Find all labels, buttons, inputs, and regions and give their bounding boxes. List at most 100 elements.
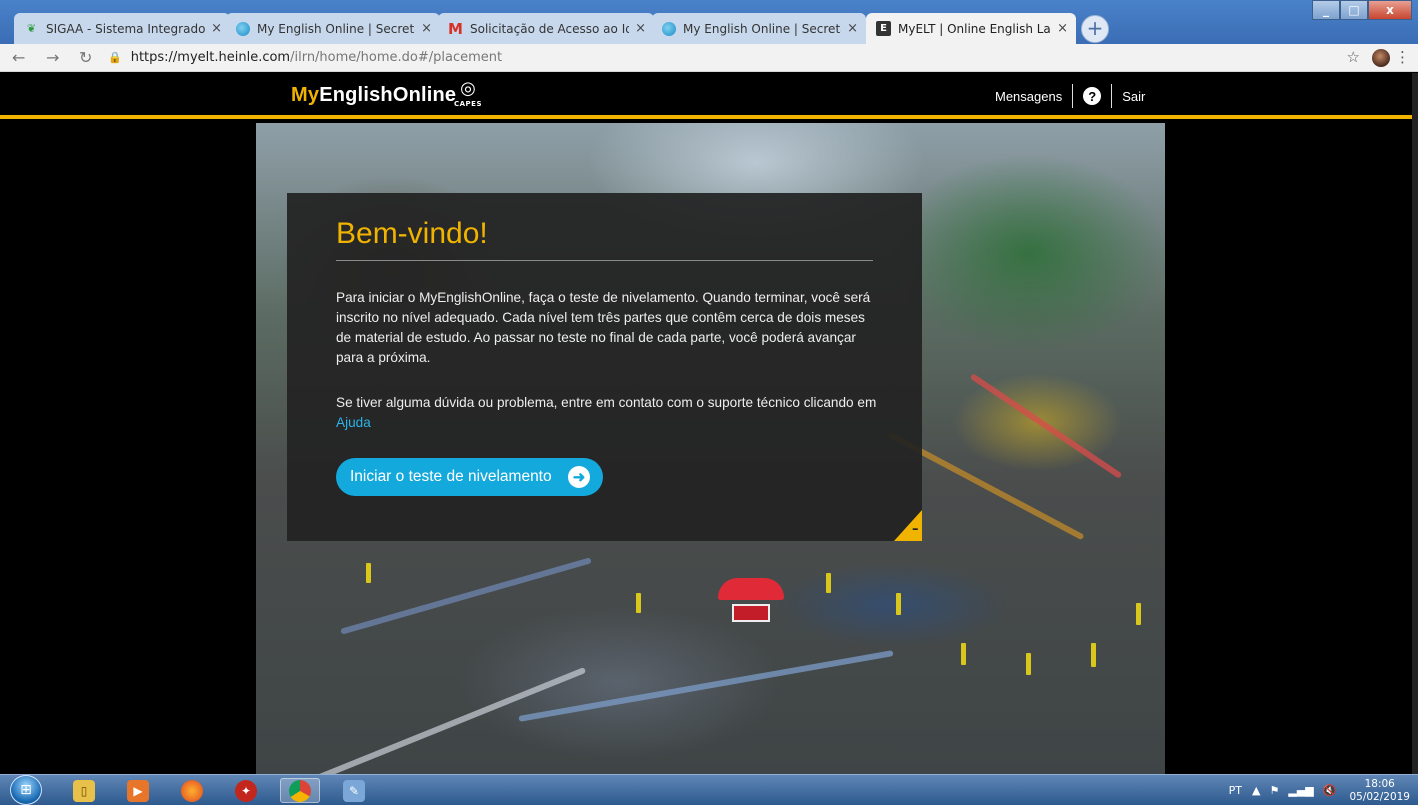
minimize-button[interactable]: _: [1312, 0, 1340, 20]
taskbar-media[interactable]: ▶: [118, 778, 158, 803]
help-link[interactable]: Ajuda: [336, 415, 371, 430]
clock[interactable]: 18:06 05/02/2019: [1349, 778, 1410, 804]
support-text-body: Se tiver alguma dúvida ou problema, entr…: [336, 395, 877, 410]
reload-icon[interactable]: ↻: [79, 48, 92, 67]
start-placement-test-button[interactable]: Iniciar o teste de nivelamento ➜: [336, 458, 603, 496]
maximize-button[interactable]: □: [1340, 0, 1368, 20]
logout-link[interactable]: Sair: [1122, 89, 1145, 104]
motion-blur-streak: [340, 557, 592, 635]
close-icon[interactable]: ×: [847, 21, 858, 36]
tab-title: MyELT | Online English Language: [898, 21, 1051, 36]
browser-toolbar: ← → ↻ 🔒 https://myelt.heinle.com/ilrn/ho…: [0, 44, 1418, 72]
bollard: [1026, 653, 1031, 675]
motion-blur-streak: [305, 667, 587, 774]
address-bar[interactable]: 🔒 https://myelt.heinle.com/ilrn/home/hom…: [108, 47, 1328, 68]
page-scrollbar[interactable]: [1412, 73, 1418, 774]
new-tab-button[interactable]: +: [1081, 15, 1109, 43]
tab-my-english-online-2[interactable]: My English Online | Secretaria Vi ×: [652, 13, 866, 44]
app-icon: ✦: [235, 779, 257, 802]
browser-tab-strip: ❦ SIGAA - Sistema Integrado de Ge × My E…: [0, 0, 1418, 44]
close-icon[interactable]: ×: [211, 21, 222, 36]
tab-title: Solicitação de Acesso ao Idiomas: [470, 21, 630, 36]
system-tray: PT ▲ ⚑ ▂▄▆ 🔇 18:06 05/02/2019: [1229, 777, 1410, 804]
windows-start-icon[interactable]: ⊞: [10, 775, 42, 805]
tab-myelt[interactable]: E MyELT | Online English Language ×: [866, 13, 1076, 44]
start-button-label: Iniciar o teste de nivelamento: [350, 468, 552, 485]
tab-sigaa[interactable]: ❦ SIGAA - Sistema Integrado de Ge ×: [14, 13, 230, 44]
firefox-icon: [181, 779, 203, 802]
welcome-panel: Bem-vindo! Para iniciar o MyEnglishOnlin…: [287, 193, 922, 541]
show-hidden-icons-icon[interactable]: ▲: [1252, 784, 1260, 797]
logo-my: My: [291, 84, 320, 106]
motion-blur-streak: [969, 373, 1123, 479]
media-player-icon: ▶: [127, 779, 149, 802]
taskbar-paint[interactable]: ✎: [334, 778, 374, 803]
nav-divider: [1072, 84, 1074, 108]
lock-icon: 🔒: [108, 51, 122, 64]
clock-date: 05/02/2019: [1349, 790, 1410, 803]
gmail-icon: M: [448, 19, 463, 38]
help-icon[interactable]: ?: [1083, 87, 1102, 105]
bollard: [1136, 603, 1141, 625]
food-cart: [718, 578, 784, 624]
flag-icon[interactable]: ⚑: [1270, 784, 1280, 797]
title-divider: [336, 260, 873, 261]
bollard: [826, 573, 831, 593]
close-icon[interactable]: ×: [1057, 21, 1068, 36]
volume-muted-icon[interactable]: 🔇: [1323, 784, 1337, 797]
bookmark-star-icon[interactable]: ☆: [1347, 48, 1360, 66]
bollard: [961, 643, 966, 665]
cart-umbrella: [718, 578, 784, 600]
window-controls: _ □ x: [1312, 0, 1412, 20]
taskbar-chrome[interactable]: [280, 778, 320, 803]
taskbar-firefox[interactable]: [172, 778, 212, 803]
url-host: https://myelt.heinle.com: [130, 50, 291, 65]
site-header: MyEnglishOnline ◎ CAPES Mensagens ? Sair: [0, 73, 1418, 119]
browser-menu-icon[interactable]: ⋮: [1395, 48, 1410, 66]
elt-icon: E: [876, 21, 891, 36]
paint-icon: ✎: [343, 779, 365, 802]
collapse-panel-toggle[interactable]: –: [894, 510, 922, 541]
tab-my-english-online-1[interactable]: My English Online | Secretaria Vi ×: [226, 13, 440, 44]
capes-logo: ◎ CAPES: [450, 78, 486, 110]
welcome-intro-text: Para iniciar o MyEnglishOnline, faça o t…: [336, 290, 871, 365]
network-signal-icon[interactable]: ▂▄▆: [1288, 784, 1313, 797]
site-logo[interactable]: MyEnglishOnline: [291, 84, 456, 107]
language-indicator[interactable]: PT: [1229, 784, 1242, 797]
bollard: [366, 563, 371, 583]
cart-body: [732, 604, 770, 622]
clock-time: 18:06: [1364, 777, 1395, 790]
tab-title: My English Online | Secretaria Vi: [257, 21, 415, 36]
nav-divider: [1111, 84, 1113, 108]
windows-taskbar: ⊞ ▯ ▶ ✦ ✎ PT ▲ ⚑ ▂▄▆ 🔇 18:06 05/02/2019: [0, 774, 1418, 805]
sigaa-icon: ❦: [26, 22, 37, 35]
bollard: [1091, 643, 1096, 667]
globe-icon: [236, 21, 250, 36]
back-icon[interactable]: ←: [12, 48, 25, 67]
taskbar-app[interactable]: ✦: [226, 778, 266, 803]
capes-label: CAPES: [453, 100, 482, 108]
taskbar-explorer[interactable]: ▯: [64, 778, 104, 803]
header-nav: Mensagens ? Sair: [995, 84, 1145, 108]
globe-icon: [662, 21, 676, 36]
folder-icon: ▯: [73, 779, 95, 802]
logo-rest: EnglishOnline: [319, 84, 457, 106]
collapse-glyph: –: [912, 522, 919, 537]
close-icon[interactable]: ×: [635, 21, 646, 36]
arrow-right-icon: ➜: [568, 466, 590, 488]
profile-avatar[interactable]: [1372, 49, 1390, 67]
close-icon[interactable]: ×: [421, 21, 432, 36]
motion-blur-streak: [518, 650, 894, 722]
window-close-button[interactable]: x: [1368, 0, 1412, 20]
support-text: Se tiver alguma dúvida ou problema, entr…: [336, 393, 896, 433]
tab-title: My English Online | Secretaria Vi: [683, 21, 841, 36]
chrome-icon: [289, 779, 311, 802]
capes-eye-icon: ◎: [460, 78, 476, 99]
messages-link[interactable]: Mensagens: [995, 89, 1062, 104]
bollard: [896, 593, 901, 615]
tab-title: SIGAA - Sistema Integrado de Ge: [46, 21, 206, 36]
url-path: /ilrn/home/home.do#/placement: [290, 50, 503, 65]
tab-gmail[interactable]: M Solicitação de Acesso ao Idiomas ×: [438, 13, 654, 44]
forward-icon[interactable]: →: [46, 48, 59, 67]
bollard: [636, 593, 641, 613]
